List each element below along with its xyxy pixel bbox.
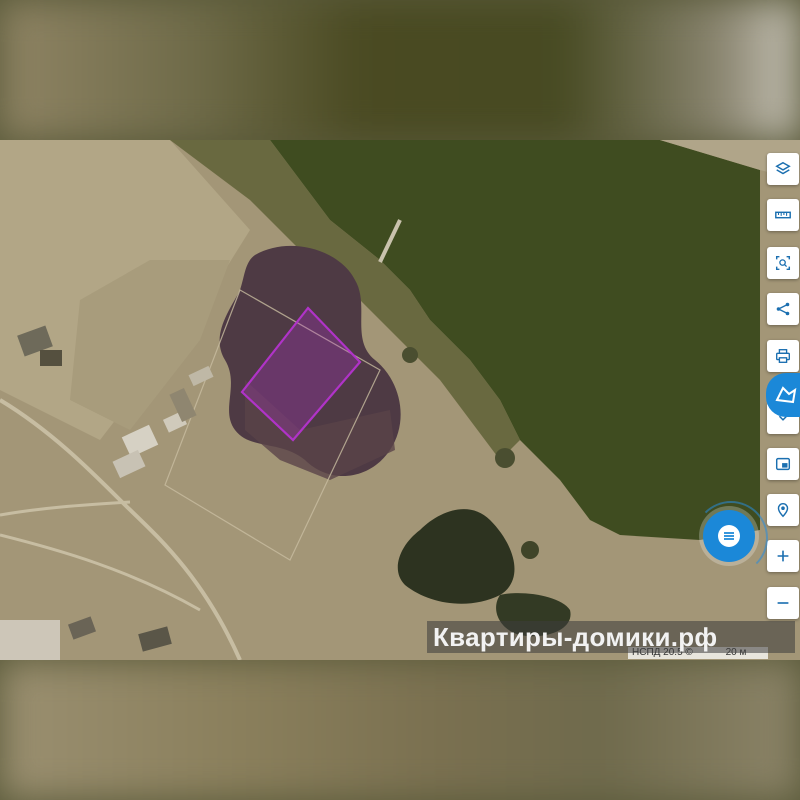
- site-watermark: Квартиры-домики.рф: [427, 621, 795, 653]
- ruler-button[interactable]: [767, 199, 799, 231]
- print-button[interactable]: [767, 340, 799, 372]
- select-area-button[interactable]: [767, 247, 799, 279]
- map-logo-icon: [775, 386, 797, 404]
- satellite-imagery: [0, 140, 800, 660]
- ruler-icon: [775, 211, 791, 219]
- print-icon: [776, 349, 790, 363]
- chat-button[interactable]: [703, 510, 755, 562]
- location-button[interactable]: [767, 494, 799, 526]
- side-panel-tab[interactable]: [766, 373, 800, 417]
- minimap-icon: [775, 457, 791, 471]
- layers-button[interactable]: [767, 153, 799, 185]
- share-icon: [776, 302, 790, 316]
- minus-icon: [777, 602, 789, 604]
- plus-icon: [777, 550, 789, 562]
- location-icon: [777, 502, 789, 518]
- zoom-out-button[interactable]: [767, 587, 799, 619]
- satellite-map[interactable]: НСПД 20.5 © 20 м Квартиры-домики.рф: [0, 140, 800, 660]
- zoom-in-button[interactable]: [767, 540, 799, 572]
- layers-icon: [775, 161, 791, 175]
- minimap-button[interactable]: [767, 448, 799, 480]
- select-area-icon: [775, 255, 791, 271]
- chat-icon: [718, 525, 740, 547]
- blurred-background-bottom: [0, 660, 800, 800]
- share-button[interactable]: [767, 293, 799, 325]
- blurred-background-top: [0, 0, 800, 140]
